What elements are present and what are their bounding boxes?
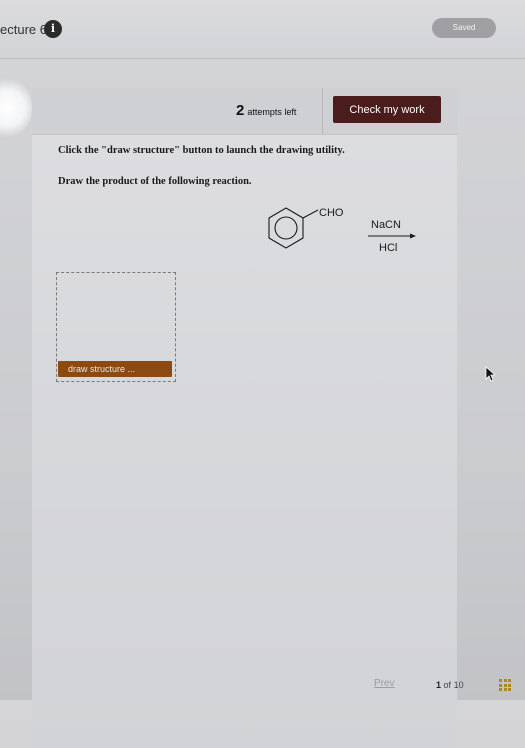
instruction-draw-structure: Click the "draw structure" button to lau… [58,145,345,156]
current-page: 1 [436,680,442,690]
benzene-ring [268,207,319,249]
question-header: 2 attempts left Check my work [32,88,457,135]
course-title: ecture 6 [0,22,47,37]
check-my-work-button[interactable]: Check my work [333,96,441,123]
draw-structure-button[interactable]: draw structure ... [58,361,172,377]
attempts-label: attempts left [247,107,297,117]
total-pages: 10 [453,680,464,690]
info-icon[interactable]: i [44,20,62,38]
light-glare [0,78,32,138]
attempts-count: 2 [236,102,245,119]
reagent-nacn: NaCN [371,219,401,231]
prev-link[interactable]: Prev [374,678,395,689]
reaction-scheme: CHO NaCN HCl [268,207,416,254]
of-label: of [443,680,452,690]
top-bar: ecture 6 i Saved [0,0,525,59]
footer-nav: Prev 1 of 10 [0,672,525,700]
mouse-cursor-icon [485,366,495,382]
attempts-left: 2 attempts left [236,102,296,119]
reagent-hcl: HCl [379,242,397,254]
instruction-reaction: Draw the product of the following reacti… [58,176,252,187]
page-indicator: 1 of 10 [436,680,464,690]
saved-status-badge: Saved [432,18,496,38]
grid-icon[interactable] [499,679,511,691]
reaction-arrow [368,233,416,239]
question-card: 2 attempts left Check my work [32,88,457,748]
cho-substituent: CHO [319,207,344,219]
header-divider [322,88,323,134]
